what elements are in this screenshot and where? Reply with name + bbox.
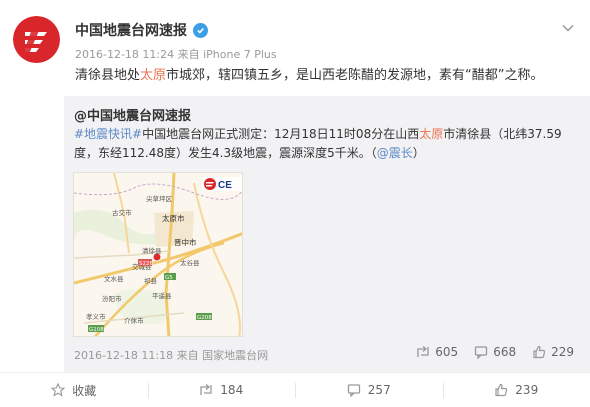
post-text-part: 清徐县地处 bbox=[75, 68, 141, 83]
svg-text:太谷县: 太谷县 bbox=[180, 258, 200, 267]
svg-text:文水县: 文水县 bbox=[104, 274, 124, 283]
avatar[interactable] bbox=[13, 16, 60, 63]
svg-text:太原市: 太原市 bbox=[162, 213, 185, 223]
svg-text:介休市: 介休市 bbox=[124, 316, 144, 325]
svg-text:G208: G208 bbox=[197, 315, 212, 321]
comment-icon bbox=[347, 384, 360, 397]
repost-like-stat[interactable]: 229 bbox=[532, 345, 574, 359]
repost-author[interactable]: @中国地震台网速报 bbox=[74, 105, 191, 124]
comment-count: 257 bbox=[367, 383, 391, 397]
repost-share-stat[interactable]: 605 bbox=[416, 345, 458, 359]
svg-text:孝义市: 孝义市 bbox=[86, 312, 106, 321]
svg-text:汾阳市: 汾阳市 bbox=[102, 294, 122, 303]
repost-like-count: 229 bbox=[551, 345, 574, 359]
repost-stats: 605 668 229 bbox=[416, 345, 574, 359]
post-text: 清徐县地处太原市城郊，辖四镇五乡，是山西老陈醋的发源地，素有“醋都”之称。 bbox=[75, 67, 544, 85]
cenc-logo-icon bbox=[13, 16, 60, 63]
repost-text: #地震快讯#中国地震台网正式测定：12月18日11时08分在山西太原市清徐县（北… bbox=[74, 125, 584, 163]
map-brand: CE bbox=[218, 180, 232, 191]
svg-text:平遥县: 平遥县 bbox=[152, 291, 172, 300]
comment-button[interactable]: 257 bbox=[295, 373, 443, 407]
repost-meta[interactable]: 2016-12-18 11:18 来自 国家地震台网 bbox=[74, 347, 268, 363]
svg-text:G108: G108 bbox=[89, 327, 104, 333]
share-icon bbox=[417, 346, 429, 357]
repost-button[interactable]: 184 bbox=[147, 373, 296, 407]
map-image[interactable]: 尖草坪区 古交市 太原市 晋中市 清徐县 交城县 文水县 太谷县 祁县 平遥县 … bbox=[73, 172, 243, 337]
svg-text:清徐县: 清徐县 bbox=[142, 246, 162, 255]
post-text-part: 市城郊，辖四镇五乡，是山西老陈醋的发源地，素有“醋都”之称。 bbox=[166, 68, 544, 83]
favorite-button[interactable]: 收藏 bbox=[0, 373, 148, 407]
mention-link[interactable]: @震长 bbox=[377, 146, 413, 160]
repost-count: 184 bbox=[220, 383, 244, 397]
post-meta[interactable]: 2016-12-18 11:24 来自 iPhone 7 Plus bbox=[75, 46, 277, 62]
repost-text-part: ） bbox=[412, 146, 425, 160]
map-svg: 尖草坪区 古交市 太原市 晋中市 清徐县 交城县 文水县 太谷县 祁县 平遥县 … bbox=[74, 173, 242, 336]
like-button[interactable]: 239 bbox=[442, 373, 590, 407]
svg-text:晋中市: 晋中市 bbox=[174, 237, 197, 247]
chevron-down-icon[interactable] bbox=[560, 20, 576, 36]
repost-share-count: 605 bbox=[435, 345, 459, 359]
favorite-label: 收藏 bbox=[72, 383, 97, 398]
repost-text-part: 中国地震台网正式测定：12月18日11时08分在山西 bbox=[142, 127, 420, 141]
author-name[interactable]: 中国地震台网速报 bbox=[75, 20, 208, 40]
like-icon bbox=[533, 345, 546, 359]
repost-comment-count: 668 bbox=[493, 345, 517, 359]
hashtag-link[interactable]: #地震快讯# bbox=[74, 127, 142, 141]
action-bar: 收藏 184 257 239 bbox=[0, 372, 590, 407]
share-icon bbox=[200, 384, 212, 395]
like-icon bbox=[495, 383, 508, 397]
post-text-highlight[interactable]: 太原 bbox=[140, 68, 166, 83]
svg-text:古交市: 古交市 bbox=[112, 208, 132, 217]
comment-icon bbox=[475, 346, 488, 359]
repost-text-highlight[interactable]: 太原 bbox=[419, 127, 443, 141]
like-count: 239 bbox=[515, 383, 539, 397]
svg-text:尖草坪区: 尖草坪区 bbox=[146, 194, 173, 203]
star-icon bbox=[51, 383, 66, 397]
svg-text:G5: G5 bbox=[165, 275, 173, 281]
svg-text:S226: S226 bbox=[139, 261, 153, 267]
repost-card: @中国地震台网速报 #地震快讯#中国地震台网正式测定：12月18日11时08分在… bbox=[64, 96, 590, 372]
verified-icon bbox=[193, 22, 208, 38]
repost-comment-stat[interactable]: 668 bbox=[474, 345, 516, 359]
author-name-text[interactable]: 中国地震台网速报 bbox=[75, 20, 187, 40]
svg-text:祁县: 祁县 bbox=[144, 276, 158, 285]
